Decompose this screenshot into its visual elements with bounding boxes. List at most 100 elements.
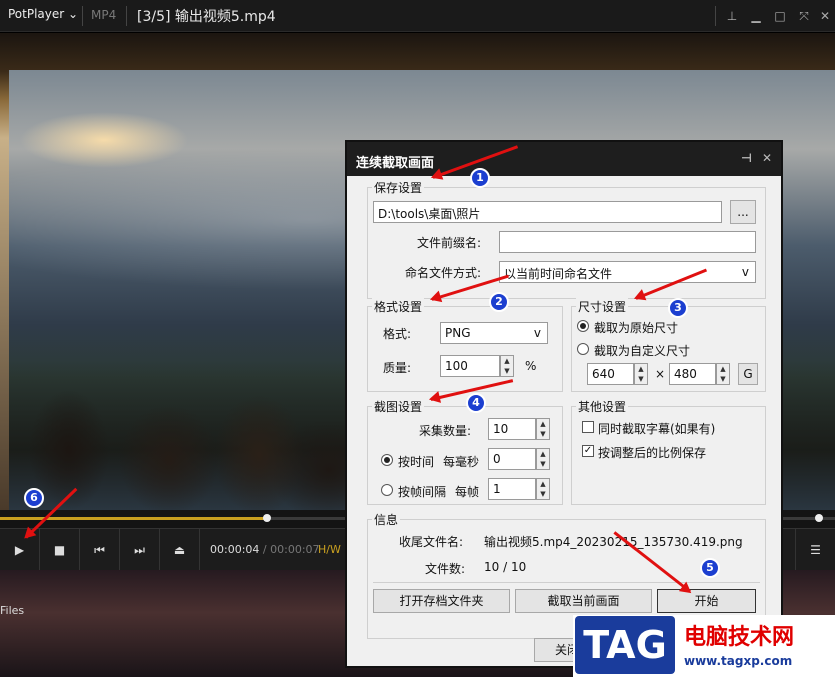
browse-button[interactable]: ... xyxy=(730,200,756,224)
original-size-radio[interactable] xyxy=(577,320,589,332)
subtitle-checkbox[interactable] xyxy=(582,421,594,433)
next-button[interactable]: ⏭ xyxy=(120,529,160,571)
chevron-down-icon: v xyxy=(741,265,749,279)
time-current: 00:00:04 xyxy=(210,543,260,556)
app-menu-button[interactable]: PotPlayer ⌄ xyxy=(8,7,78,21)
watermark-logo: TAG xyxy=(575,616,675,674)
last-file-label: 收尾文件名: xyxy=(399,535,464,549)
capture-current-button[interactable]: 截取当前画面 xyxy=(515,589,652,613)
size-settings-legend: 尺寸设置 xyxy=(576,298,629,315)
file-count-value: 10 / 10 xyxy=(484,560,527,574)
width-input[interactable]: 640 xyxy=(587,363,634,385)
count-input[interactable]: 10 xyxy=(488,418,536,440)
eject-button[interactable]: ⏏ xyxy=(160,529,200,571)
naming-label: 命名文件方式: xyxy=(405,266,482,280)
prefix-label: 文件前缀名: xyxy=(417,236,482,250)
quality-stepper[interactable]: ▲ ▼ xyxy=(500,355,514,377)
count-label: 采集数量: xyxy=(419,424,472,438)
quality-label: 质量: xyxy=(383,361,412,375)
play-icon: ▶ xyxy=(14,543,25,557)
divider xyxy=(715,6,716,26)
times-sign: × xyxy=(655,367,666,381)
by-time-radio[interactable] xyxy=(381,454,393,466)
height-stepper[interactable]: ▲ ▼ xyxy=(716,363,730,385)
close-icon[interactable]: ✕ xyxy=(815,6,835,26)
hamburger-icon: ☰ xyxy=(810,543,821,557)
title-bar: PotPlayer ⌄ MP4 [3/5] 输出视频5.mp4 ⊥ ▁ □ ⤧ … xyxy=(0,0,835,32)
by-time-label: 按时间 xyxy=(398,455,435,469)
divider xyxy=(82,6,83,26)
frame-stepper[interactable]: ▲ ▼ xyxy=(536,478,550,500)
pin-icon[interactable]: ⊥ xyxy=(722,6,742,26)
annotation-badge-6: 6 xyxy=(24,488,44,508)
next-icon: ⏭ xyxy=(134,543,145,557)
time-total: 00:00:07 xyxy=(270,543,320,556)
height-input[interactable]: 480 xyxy=(669,363,716,385)
fullscreen-icon[interactable]: ⤧ xyxy=(794,6,814,26)
watermark-url: www.tagxp.com xyxy=(684,654,793,668)
prefix-input[interactable] xyxy=(499,231,756,253)
annotation-badge-2: 2 xyxy=(489,292,509,312)
time-separator: / xyxy=(262,543,267,556)
format-settings-legend: 格式设置 xyxy=(372,298,425,315)
format-label: MP4 xyxy=(91,8,117,22)
quality-unit: % xyxy=(525,359,537,373)
other-settings-legend: 其他设置 xyxy=(576,398,629,415)
naming-value: 以当前时间命名文件 xyxy=(504,267,613,281)
volume-knob[interactable] xyxy=(815,514,823,522)
by-frame-label: 按帧间隔 xyxy=(398,485,447,499)
frame-input[interactable]: 1 xyxy=(488,478,536,500)
previous-button[interactable]: ⏮ xyxy=(80,529,120,571)
annotation-badge-1: 1 xyxy=(470,168,490,188)
per-ms-label: 每毫秒 xyxy=(443,455,480,469)
stop-icon: ■ xyxy=(53,543,66,557)
dialog-title: 连续截取画面 xyxy=(356,156,435,171)
chevron-down-icon: ⌄ xyxy=(68,7,79,21)
capture-dialog: 连续截取画面 ⊣ ✕ 保存设置 D:\tools\桌面\照片 ... 文件前缀名… xyxy=(345,140,783,668)
open-folder-button[interactable]: 打开存档文件夹 xyxy=(373,589,510,613)
ms-input[interactable]: 0 xyxy=(488,448,536,470)
format-settings-group xyxy=(367,306,563,392)
divider xyxy=(126,6,127,26)
format-select[interactable]: PNG v xyxy=(440,322,548,344)
eject-icon: ⏏ xyxy=(173,543,186,557)
annotation-badge-3: 3 xyxy=(668,298,688,318)
menu-button[interactable]: ☰ xyxy=(795,529,835,571)
files-label: Files xyxy=(0,604,25,617)
minimize-icon[interactable]: ▁ xyxy=(746,6,766,26)
width-stepper[interactable]: ▲ ▼ xyxy=(634,363,648,385)
stop-button[interactable]: ■ xyxy=(40,529,80,571)
quality-input[interactable]: 100 xyxy=(440,355,500,377)
app-name: PotPlayer xyxy=(8,7,65,21)
annotation-badge-4: 4 xyxy=(466,393,486,413)
pin-icon[interactable]: ⊣ xyxy=(741,151,752,165)
last-file-value: 输出视频5.mp4_20230215_135730.419.png xyxy=(484,535,743,549)
annotation-badge-5: 5 xyxy=(700,558,720,578)
window-title: [3/5] 输出视频5.mp4 xyxy=(137,9,276,25)
watermark-name: 电脑技术网 xyxy=(684,625,795,650)
naming-select[interactable]: 以当前时间命名文件 v xyxy=(499,261,756,283)
hw-badge[interactable]: H/W xyxy=(318,543,341,556)
format-value: PNG xyxy=(445,326,471,340)
g-button[interactable]: G xyxy=(738,363,758,385)
seek-fill xyxy=(0,517,268,520)
file-count-label: 文件数: xyxy=(425,562,466,576)
original-size-label: 截取为原始尺寸 xyxy=(594,321,679,335)
chevron-down-icon: v xyxy=(533,326,541,340)
subtitle-label: 同时截取字幕(如果有) xyxy=(598,422,716,436)
maximize-icon[interactable]: □ xyxy=(770,6,790,26)
divider xyxy=(373,582,760,583)
start-button[interactable]: 开始 xyxy=(657,589,756,613)
ratio-label: 按调整后的比例保存 xyxy=(598,446,707,460)
ratio-checkbox[interactable]: ✓ xyxy=(582,445,594,457)
previous-icon: ⏮ xyxy=(94,543,105,557)
capture-settings-legend: 截图设置 xyxy=(372,398,425,415)
ms-stepper[interactable]: ▲ ▼ xyxy=(536,448,550,470)
dialog-header: 连续截取画面 ⊣ ✕ xyxy=(347,142,781,176)
info-legend: 信息 xyxy=(372,511,401,528)
by-frame-radio[interactable] xyxy=(381,484,393,496)
close-icon[interactable]: ✕ xyxy=(762,151,772,165)
custom-size-radio[interactable] xyxy=(577,343,589,355)
save-path-input[interactable]: D:\tools\桌面\照片 xyxy=(373,201,722,223)
count-stepper[interactable]: ▲ ▼ xyxy=(536,418,550,440)
